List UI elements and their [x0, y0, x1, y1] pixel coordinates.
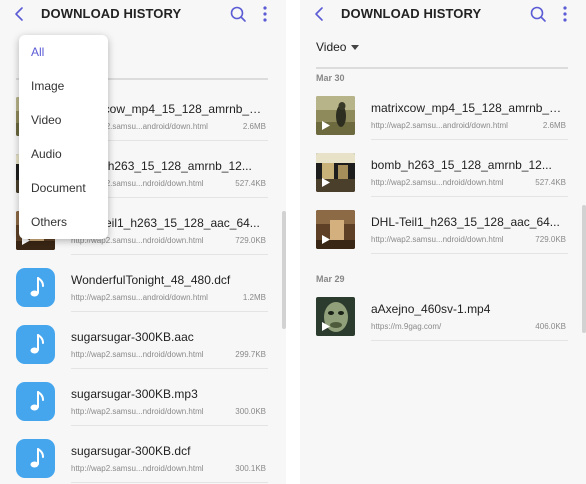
- dropdown-option-video[interactable]: Video: [31, 113, 61, 127]
- video-thumbnail: [316, 297, 355, 336]
- file-size: 729.0KB: [235, 236, 266, 245]
- back-arrow-icon[interactable]: [310, 3, 330, 25]
- source-url: https://m.9gag.com/: [371, 322, 442, 331]
- file-size: 1.2MB: [242, 293, 266, 302]
- download-item[interactable]: aAxejno_460sv-1.mp4 https://m.9gag.com/40…: [316, 284, 568, 341]
- back-arrow-icon[interactable]: [10, 3, 30, 25]
- file-size: 406.0KB: [535, 322, 566, 331]
- app-bar: DOWNLOAD HISTORY: [0, 0, 286, 28]
- source-url: http://wap2.samsu...ndroid/down.html: [71, 464, 204, 473]
- right-screen: DOWNLOAD HISTORY Video Mar 30 matrixcow_m…: [300, 0, 586, 484]
- download-item[interactable]: DHL-Teil1_h263_15_128_aac_64... http://wa…: [316, 197, 568, 254]
- date-header: Mar 30: [316, 73, 345, 83]
- source-url: http://wap2.samsu...android/down.html: [71, 293, 208, 302]
- scrollbar[interactable]: [282, 211, 286, 329]
- download-item[interactable]: bomb_h263_15_128_amrnb_12... http://wap2.…: [316, 140, 568, 197]
- dropdown-option-others[interactable]: Others: [31, 215, 67, 229]
- dropdown-option-document[interactable]: Document: [31, 181, 86, 195]
- file-size: 2.6MB: [542, 121, 566, 130]
- dropdown-caret-icon: [351, 45, 359, 50]
- left-screen: DOWNLOAD HISTORY matrixcow_mp4_15_128_am…: [0, 0, 286, 484]
- audio-file-icon: [16, 325, 55, 364]
- source-url: http://wap2.samsu...ndroid/down.html: [71, 350, 204, 359]
- file-name: matrixcow_mp4_15_128_amrnb_12...: [371, 101, 566, 115]
- page-title: DOWNLOAD HISTORY: [41, 6, 182, 21]
- file-size: 527.4KB: [235, 179, 266, 188]
- file-size: 527.4KB: [535, 178, 566, 187]
- dropdown-option-audio[interactable]: Audio: [31, 147, 62, 161]
- file-name: sugarsugar-300KB.dcf: [71, 444, 191, 458]
- download-item[interactable]: sugarsugar-300KB.aac http://wap2.samsu...…: [16, 312, 268, 369]
- filter-label: Video: [316, 40, 347, 54]
- file-size: 300.1KB: [235, 464, 266, 473]
- music-note-icon: [30, 334, 44, 354]
- music-note-icon: [30, 391, 44, 411]
- more-options-icon[interactable]: [258, 3, 272, 25]
- list-divider: [316, 67, 568, 69]
- scrollbar[interactable]: [582, 205, 586, 333]
- filter-selector[interactable]: Video: [300, 28, 586, 66]
- item-divider: [71, 482, 268, 483]
- audio-file-icon: [16, 382, 55, 421]
- app-bar: DOWNLOAD HISTORY: [300, 0, 586, 28]
- date-header: Mar 29: [316, 274, 345, 284]
- video-thumbnail: [316, 210, 355, 249]
- item-divider: [371, 253, 568, 254]
- file-name: WonderfulTonight_48_480.dcf: [71, 273, 231, 287]
- page-title: DOWNLOAD HISTORY: [341, 6, 482, 21]
- download-item[interactable]: sugarsugar-300KB.dcf http://wap2.samsu...…: [16, 426, 268, 483]
- download-item[interactable]: matrixcow_mp4_15_128_amrnb_12... http://w…: [316, 83, 568, 140]
- dropdown-option-all[interactable]: All: [31, 45, 44, 59]
- file-name: sugarsugar-300KB.aac: [71, 330, 194, 344]
- source-url: http://wap2.samsu...ndroid/down.html: [371, 235, 504, 244]
- source-url: http://wap2.samsu...android/down.html: [371, 121, 508, 130]
- play-icon: [322, 235, 330, 244]
- source-url: http://wap2.samsu...ndroid/down.html: [371, 178, 504, 187]
- download-item[interactable]: WonderfulTonight_48_480.dcf http://wap2.s…: [16, 255, 268, 312]
- file-size: 2.6MB: [242, 122, 266, 131]
- play-icon: [322, 178, 330, 187]
- audio-file-icon: [16, 268, 55, 307]
- play-icon: [322, 322, 330, 331]
- video-thumbnail: [316, 153, 355, 192]
- item-divider: [371, 340, 568, 341]
- file-name: sugarsugar-300KB.mp3: [71, 387, 198, 401]
- filter-dropdown-menu: All Image Video Audio Document Others: [19, 35, 108, 239]
- music-note-icon: [30, 277, 44, 297]
- dropdown-option-image[interactable]: Image: [31, 79, 64, 93]
- audio-file-icon: [16, 439, 55, 478]
- file-size: 299.7KB: [235, 350, 266, 359]
- file-name: aAxejno_460sv-1.mp4: [371, 302, 491, 316]
- file-name: bomb_h263_15_128_amrnb_12...: [371, 158, 552, 172]
- download-item[interactable]: sugarsugar-300KB.mp3 http://wap2.samsu...…: [16, 369, 268, 426]
- play-icon: [322, 121, 330, 130]
- file-name: DHL-Teil1_h263_15_128_aac_64...: [371, 215, 560, 229]
- music-note-icon: [30, 448, 44, 468]
- search-icon[interactable]: [528, 3, 548, 25]
- file-size: 729.0KB: [535, 235, 566, 244]
- search-icon[interactable]: [228, 3, 248, 25]
- file-size: 300.0KB: [235, 407, 266, 416]
- more-options-icon[interactable]: [558, 3, 572, 25]
- source-url: http://wap2.samsu...ndroid/down.html: [71, 407, 204, 416]
- video-thumbnail: [316, 96, 355, 135]
